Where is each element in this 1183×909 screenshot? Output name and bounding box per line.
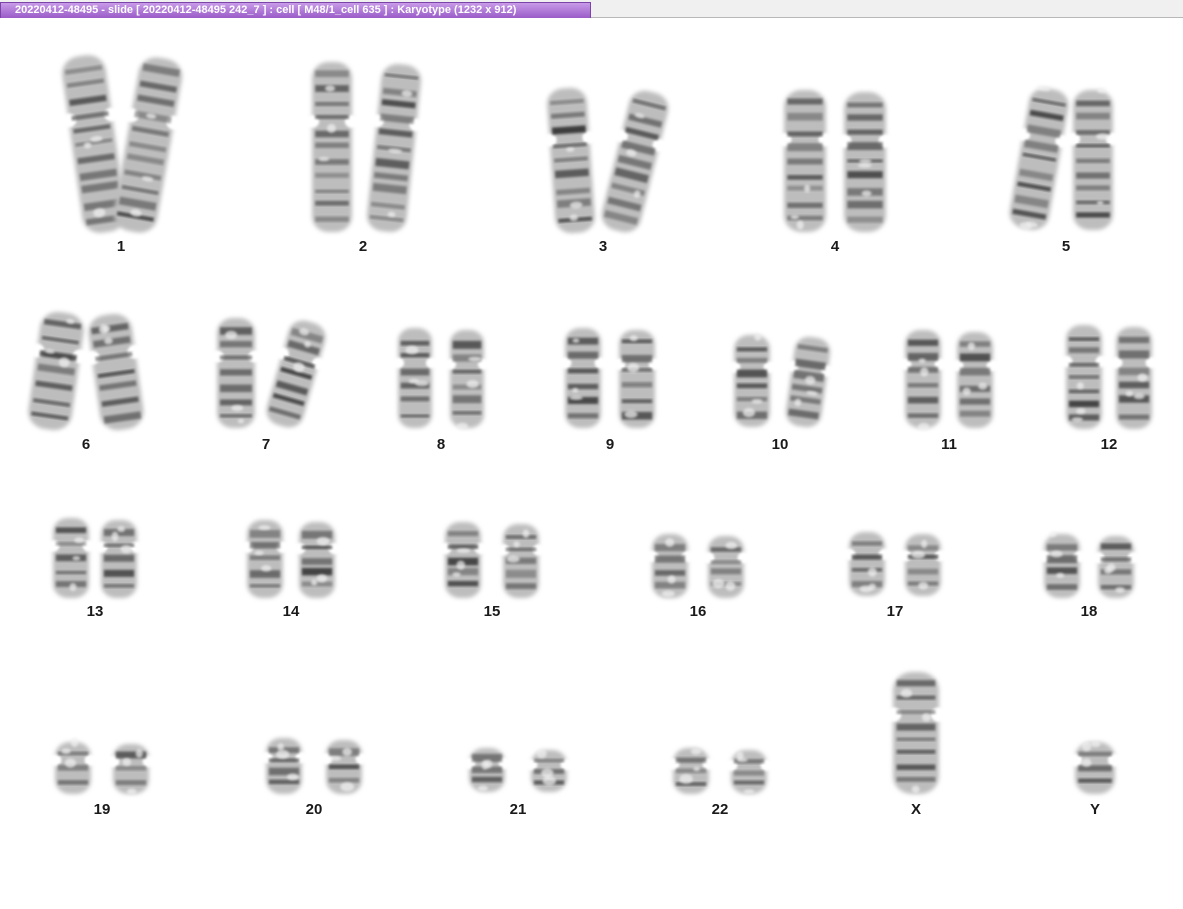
- chromosome: [113, 57, 183, 233]
- chromosome-pair-20: [259, 738, 369, 794]
- chromosome-label-1: 1: [116, 238, 126, 255]
- chromosome-pair-3: [542, 87, 669, 234]
- chromosome: [524, 748, 574, 792]
- chromosome-label-14: 14: [282, 603, 300, 620]
- chromosome-pair-13: [46, 518, 144, 598]
- chromosome: [48, 737, 98, 794]
- chromosome-label-16: 16: [689, 603, 707, 620]
- chromosome-label-10: 10: [771, 436, 789, 453]
- chromosome-pair-10: [727, 333, 835, 428]
- chromosome: [462, 748, 512, 792]
- chromosome-pair-1: [60, 55, 183, 233]
- chromosome-label-y: Y: [1089, 801, 1101, 818]
- chromosome: [950, 332, 1000, 428]
- chromosome: [266, 320, 326, 428]
- chromosome-pair-16: [645, 534, 751, 598]
- chromosome-pair-18: [1037, 531, 1141, 598]
- chromosome: [898, 330, 948, 431]
- chromosome-label-20: 20: [305, 801, 323, 818]
- chromosome: [28, 311, 89, 431]
- chromosome: [391, 328, 439, 428]
- chromosome-label-13: 13: [86, 603, 104, 620]
- chromosome-label-21: 21: [509, 801, 527, 818]
- chromosome: [842, 532, 892, 596]
- chromosome-label-9: 9: [605, 436, 615, 453]
- chromosome: [776, 90, 834, 232]
- chromosome-pair-12: [1059, 325, 1159, 429]
- chromosome: [601, 90, 669, 233]
- chromosome-pair-4: [776, 90, 894, 232]
- chromosome: [210, 318, 262, 428]
- chromosome-pair-6: [28, 311, 144, 431]
- chromosome-pair-21: [462, 748, 574, 792]
- chromosome: [1067, 740, 1123, 794]
- chromosome: [496, 524, 546, 598]
- chromosome: [94, 520, 144, 598]
- karyotype-image: [28, 55, 1159, 795]
- chromosome-label-11: 11: [941, 436, 957, 453]
- chromosome: [645, 534, 695, 598]
- chromosome-pair-y: [1067, 740, 1123, 794]
- chromosome-pair-8: [391, 328, 491, 430]
- chromosome: [836, 92, 894, 232]
- chromosome-label-7: 7: [261, 436, 271, 453]
- chromosome-label-8: 8: [436, 436, 446, 453]
- chromosome-label-6: 6: [81, 436, 91, 453]
- chromosome: [438, 522, 488, 598]
- chromosome-pair-x: [884, 672, 948, 794]
- chromosome: [727, 333, 777, 427]
- chromosome-pair-15: [438, 522, 546, 598]
- chromosome: [558, 328, 608, 428]
- chromosome-pair-22: [666, 747, 774, 794]
- chromosome-label-5: 5: [1061, 238, 1071, 255]
- chromosome: [259, 738, 309, 794]
- chromosome: [1091, 536, 1141, 598]
- chromosome-label-4: 4: [830, 238, 840, 255]
- chromosome: [612, 330, 662, 428]
- chromosome: [366, 64, 424, 232]
- chromosome: [292, 522, 342, 598]
- chromosome-pair-9: [558, 328, 662, 428]
- chromosome-pair-17: [842, 532, 948, 596]
- chromosome-label-x: X: [910, 801, 922, 818]
- chromosome: [1037, 531, 1087, 598]
- chromosome-label-2: 2: [358, 238, 368, 255]
- chromosome: [46, 518, 96, 598]
- chromosome-pair-5: [1009, 85, 1121, 230]
- chromosome: [785, 336, 835, 428]
- chromosome: [304, 62, 360, 232]
- chromosome: [319, 740, 369, 794]
- chromosome-label-17: 17: [886, 603, 904, 620]
- chromosome: [724, 750, 774, 794]
- chromosome-label-15: 15: [483, 603, 501, 620]
- chromosome: [443, 330, 491, 430]
- chromosome-pair-14: [240, 520, 342, 598]
- chromosome: [1059, 325, 1109, 429]
- chromosome: [898, 534, 948, 596]
- chromosome: [240, 520, 290, 598]
- chromosome-pair-19: [48, 737, 156, 795]
- chromosome: [83, 313, 144, 431]
- chromosome: [701, 536, 751, 598]
- chromosome-label-19: 19: [93, 801, 111, 818]
- chromosome: [542, 87, 597, 234]
- chromosome-label-3: 3: [598, 238, 608, 255]
- chromosome-label-12: 12: [1100, 436, 1118, 453]
- chromosome: [1009, 85, 1070, 230]
- chromosome: [1109, 327, 1159, 429]
- chromosome: [1065, 87, 1121, 230]
- chromosome-label-22: 22: [711, 801, 729, 818]
- chromosome-label-18: 18: [1080, 603, 1098, 620]
- chromosome: [106, 744, 156, 795]
- chromosome-pair-11: [898, 330, 1000, 431]
- chromosome-pair-2: [304, 62, 424, 232]
- chromosome-pair-7: [210, 318, 326, 428]
- chromosome: [884, 672, 948, 794]
- chromosome: [666, 747, 716, 794]
